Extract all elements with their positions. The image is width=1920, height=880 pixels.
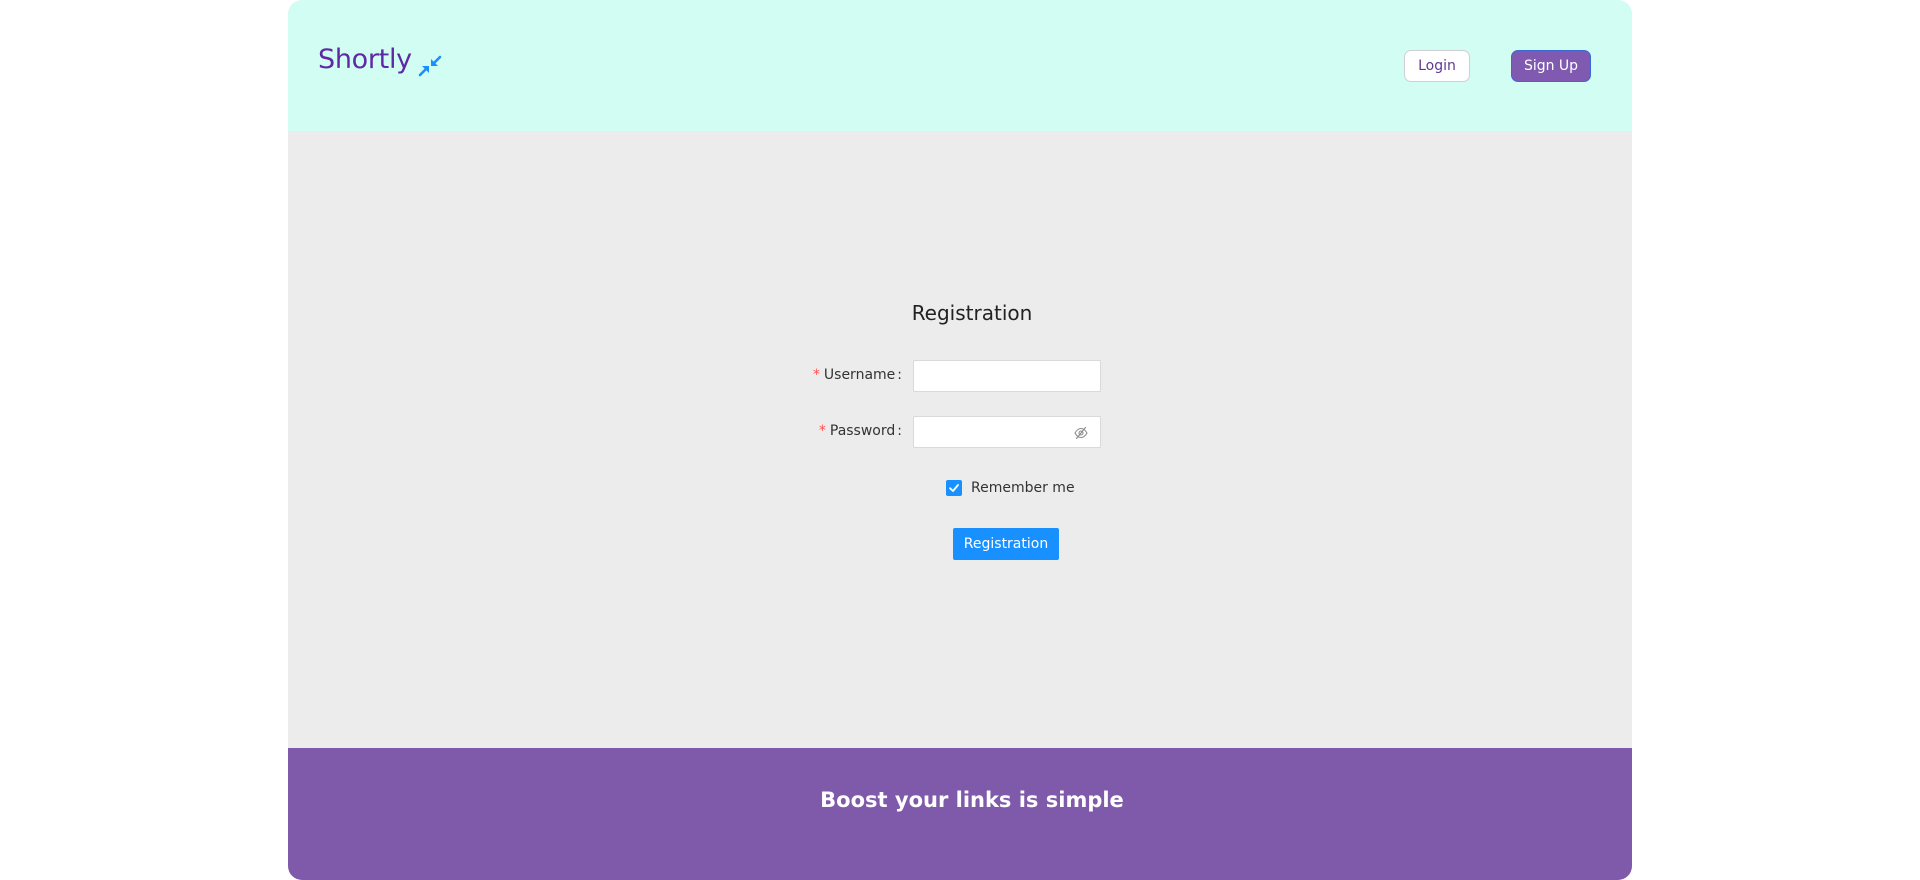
form-title: Registration bbox=[288, 301, 1632, 325]
registration-button-label: Registration bbox=[963, 536, 1049, 552]
checkmark-icon bbox=[949, 484, 959, 492]
password-label: * Password : bbox=[819, 423, 902, 439]
remember-me-label: Remember me bbox=[971, 480, 1075, 496]
app-window: Shortly Login Sign Up Registration * Use… bbox=[288, 0, 1632, 880]
footer: Boost your links is simple bbox=[288, 748, 1632, 880]
username-input[interactable] bbox=[913, 360, 1101, 392]
login-button-label: Login bbox=[1418, 58, 1456, 74]
remember-me-checkbox[interactable] bbox=[946, 480, 962, 496]
username-label-colon: : bbox=[897, 367, 902, 383]
password-label-colon: : bbox=[897, 423, 902, 439]
password-input[interactable] bbox=[913, 416, 1101, 448]
password-label-text: Password bbox=[829, 423, 896, 439]
eye-invisible-icon[interactable] bbox=[1074, 426, 1088, 440]
logo-text: Shortly bbox=[318, 44, 412, 75]
registration-button[interactable]: Registration bbox=[953, 528, 1059, 560]
form-title-text: Registration bbox=[911, 301, 1033, 325]
header: Shortly Login Sign Up bbox=[288, 0, 1632, 131]
logo[interactable]: Shortly bbox=[318, 43, 444, 77]
signup-button[interactable]: Sign Up bbox=[1511, 50, 1591, 82]
compress-arrows-icon bbox=[418, 55, 442, 77]
footer-tagline: Boost your links is simple bbox=[288, 788, 1632, 812]
login-button[interactable]: Login bbox=[1404, 50, 1470, 82]
password-required-mark: * bbox=[818, 423, 826, 439]
signup-button-label: Sign Up bbox=[1523, 58, 1579, 74]
username-required-mark: * bbox=[812, 367, 820, 383]
remember-me[interactable]: Remember me bbox=[946, 480, 1075, 496]
username-label-text: Username bbox=[823, 367, 896, 383]
footer-tagline-text: Boost your links is simple bbox=[820, 788, 1124, 812]
username-label: * Username : bbox=[813, 367, 902, 383]
